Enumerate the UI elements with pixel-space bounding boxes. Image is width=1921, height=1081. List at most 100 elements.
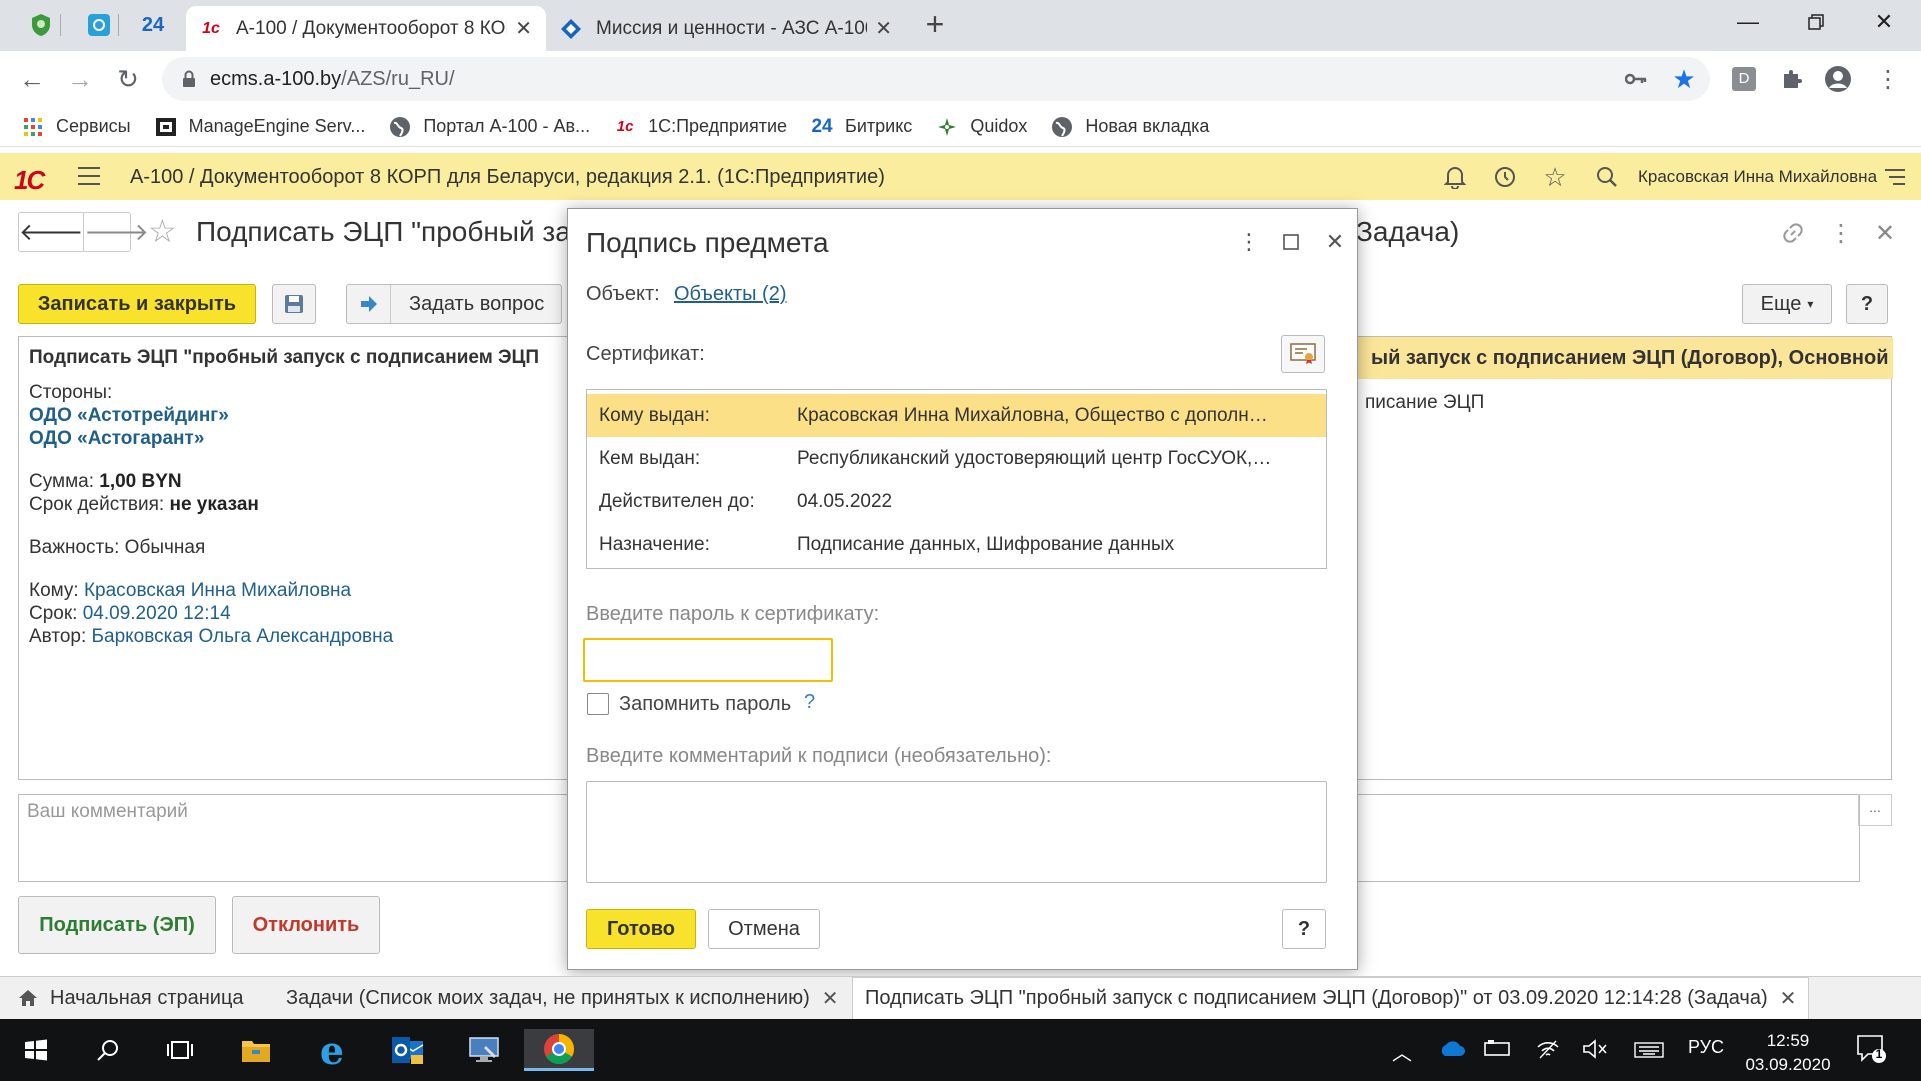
close-tab-icon[interactable]: ✕: [515, 16, 532, 41]
profile-d-button[interactable]: D: [1728, 63, 1760, 95]
tab-home-page[interactable]: Начальная страница: [6, 977, 256, 1019]
minimize-window-button[interactable]: —: [1714, 0, 1782, 44]
link-icon[interactable]: [1778, 218, 1808, 248]
current-user[interactable]: Красовская Инна Михайловна: [1638, 167, 1877, 187]
party-link[interactable]: ОДО «Астогарант»: [29, 427, 393, 450]
save-and-close-button[interactable]: Записать и закрыть: [18, 284, 256, 324]
cert-row-issued-by[interactable]: Кем выдан: Республиканский удостоверяющи…: [587, 437, 1326, 480]
taskbar-clock[interactable]: 12:59 03.09.2020: [1738, 1029, 1838, 1077]
author-link[interactable]: Барковская Ольга Александровна: [92, 626, 394, 647]
main-menu-icon[interactable]: [78, 167, 100, 185]
tray-expand-icon[interactable]: ︿: [1392, 1037, 1412, 1066]
tab-current-task[interactable]: Подписать ЭЦП "пробный запуск с подписан…: [852, 977, 1810, 1019]
dropdown-caret-icon: ▾: [1807, 297, 1814, 311]
ask-question-button[interactable]: Задать вопрос: [346, 284, 562, 324]
close-tab-icon[interactable]: ✕: [875, 16, 892, 41]
wifi-icon[interactable]: [1536, 1039, 1560, 1065]
new-tab-button[interactable]: +: [918, 8, 952, 42]
form-help-button[interactable]: ?: [1846, 284, 1888, 324]
close-window-button[interactable]: ✕: [1850, 0, 1918, 44]
objects-link[interactable]: Объекты (2): [674, 283, 786, 306]
bookmark-quidox[interactable]: Quidox: [936, 116, 1027, 138]
restore-window-button[interactable]: [1782, 0, 1850, 44]
language-indicator[interactable]: РУС: [1688, 1037, 1724, 1058]
notification-center-icon[interactable]: 1: [1856, 1033, 1886, 1069]
internet-explorer-icon[interactable]: e: [304, 1028, 360, 1073]
save-button[interactable]: [272, 284, 316, 324]
forward-icon[interactable]: →: [64, 63, 96, 95]
recipient-link[interactable]: Красовская Инна Михайловна: [84, 580, 351, 601]
close-tab-icon[interactable]: ✕: [822, 986, 839, 1011]
outlook-icon[interactable]: [380, 1029, 436, 1071]
search-icon[interactable]: [1592, 162, 1622, 192]
form-close-icon[interactable]: ✕: [1870, 218, 1900, 248]
quidox-icon: [936, 116, 958, 138]
browser-menu-icon[interactable]: ⋮: [1872, 63, 1904, 95]
onedrive-icon[interactable]: [1438, 1039, 1466, 1063]
cert-row-purpose[interactable]: Назначение: Подписание данных, Шифровани…: [587, 523, 1326, 566]
party-link[interactable]: ОДО «Астотрейдинг»: [29, 404, 393, 427]
bell-icon[interactable]: [1440, 162, 1470, 192]
signature-comment-input[interactable]: [586, 781, 1327, 883]
due-date-link[interactable]: 04.09.2020 12:14: [83, 603, 231, 624]
bookmark-manageengine[interactable]: ManageEngine Serv...: [155, 116, 365, 138]
comment-more-button[interactable]: ...: [1858, 794, 1892, 826]
back-arrow-icon[interactable]: 🡐: [19, 213, 83, 251]
pinned-tab-bitrix[interactable]: 24: [134, 9, 172, 41]
cert-row-issued-to[interactable]: Кому выдан: Красовская Инна Михайловна, …: [587, 394, 1326, 437]
browser-tab-mission[interactable]: Миссия и ценности - АЗС А-100 ✕: [546, 6, 906, 51]
back-icon[interactable]: ←: [16, 63, 48, 95]
chrome-taskbar-icon[interactable]: [524, 1029, 594, 1071]
select-certificate-button[interactable]: [1281, 335, 1325, 373]
account-icon[interactable]: [1822, 63, 1854, 95]
settings-menu-icon[interactable]: [1880, 162, 1910, 192]
remember-help-link[interactable]: ?: [804, 691, 815, 714]
tab-my-tasks[interactable]: Задачи (Список моих задач, не принятых к…: [274, 977, 851, 1019]
more-actions-button[interactable]: Еще ▾: [1742, 284, 1832, 324]
network-device-icon[interactable]: [1484, 1039, 1510, 1063]
reject-button[interactable]: Отклонить: [232, 896, 380, 954]
bookmark-portal[interactable]: Портал А-100 - Ав...: [389, 116, 590, 138]
remote-desktop-icon[interactable]: [456, 1029, 512, 1071]
bookmark-1c[interactable]: 1c 1С:Предприятие: [614, 116, 787, 138]
cert-row-valid-until[interactable]: Действителен до: 04.05.2022: [587, 480, 1326, 523]
remember-password-label[interactable]: Запомнить пароль: [619, 693, 791, 716]
task-view-icon[interactable]: [152, 1029, 208, 1071]
favorites-star-icon[interactable]: ☆: [1540, 162, 1570, 192]
certificate-password-input[interactable]: [583, 638, 833, 682]
volume-muted-icon[interactable]: [1582, 1039, 1608, 1065]
form-more-icon[interactable]: ⋮: [1826, 218, 1856, 248]
extensions-puzzle-icon[interactable]: [1776, 63, 1808, 95]
bookmark-bitrix[interactable]: 24 Битрикс: [811, 116, 912, 138]
add-favorite-star-icon[interactable]: ☆: [148, 212, 177, 250]
windows-start-icon[interactable]: [8, 1029, 64, 1071]
forward-arrow-icon[interactable]: 🡒: [83, 213, 149, 251]
close-tab-icon[interactable]: ✕: [1780, 986, 1797, 1011]
search-icon[interactable]: [80, 1029, 136, 1071]
remember-password-checkbox[interactable]: [587, 693, 609, 715]
browser-tab-1c[interactable]: 1c А-100 / Документооборот 8 КОРП ✕: [186, 6, 546, 51]
bookmark-new-tab[interactable]: Новая вкладка: [1051, 116, 1209, 138]
dialog-close-icon[interactable]: ✕: [1320, 227, 1350, 257]
notification-count: 1: [1875, 1047, 1883, 1061]
bookmark-star-icon[interactable]: ★: [1668, 63, 1700, 95]
screen-blue-icon: [88, 14, 110, 36]
certificate-details[interactable]: Кому выдан: Красовская Инна Михайловна, …: [586, 389, 1327, 569]
file-explorer-icon[interactable]: [228, 1029, 284, 1071]
bitrix24-icon: 24: [811, 115, 833, 137]
dialog-help-button[interactable]: ?: [1282, 909, 1326, 949]
pinned-tab-vpn[interactable]: [22, 9, 60, 41]
reload-icon[interactable]: ↻: [112, 63, 144, 95]
keyboard-icon[interactable]: [1634, 1041, 1664, 1064]
sign-button[interactable]: Подписать (ЭП): [18, 896, 216, 954]
key-icon[interactable]: [1620, 63, 1652, 95]
history-icon[interactable]: [1490, 162, 1520, 192]
lock-icon: [183, 70, 195, 87]
dialog-more-icon[interactable]: ⋮: [1234, 227, 1264, 257]
cancel-button[interactable]: Отмена: [708, 909, 820, 949]
dialog-maximize-icon[interactable]: [1276, 227, 1306, 257]
bookmark-services[interactable]: Сервисы: [22, 116, 131, 138]
pinned-tab-screen[interactable]: [80, 9, 118, 41]
address-bar[interactable]: ecms.a-100.by/AZS/ru_RU/: [162, 57, 1710, 101]
done-button[interactable]: Готово: [586, 909, 696, 949]
